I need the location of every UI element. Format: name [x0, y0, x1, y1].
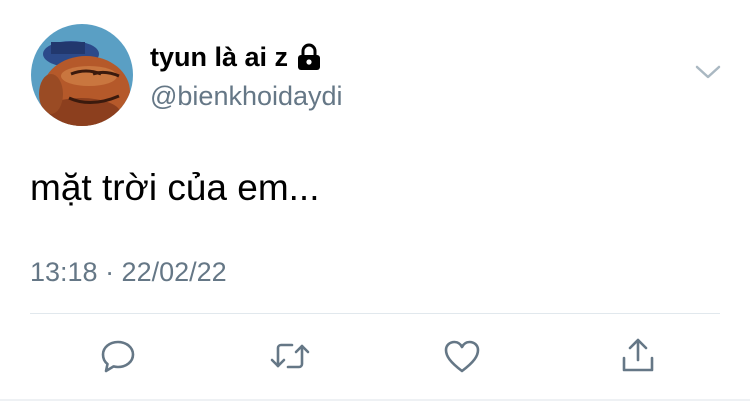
reply-icon: [101, 340, 135, 373]
chevron-down-icon[interactable]: [694, 62, 722, 82]
share-icon: [622, 338, 654, 372]
avatar-image: [31, 24, 133, 126]
timestamp[interactable]: 13:18 · 22/02/22: [30, 255, 227, 289]
divider: [30, 313, 720, 314]
reply-button[interactable]: [96, 336, 140, 376]
tweet-card: tyun là ai z @bienkhoidaydi mặt trời của…: [0, 0, 750, 401]
lock-icon: [296, 43, 322, 71]
retweet-icon: [270, 343, 310, 369]
avatar[interactable]: [31, 24, 133, 126]
heart-icon: [444, 340, 480, 373]
like-button[interactable]: [440, 336, 484, 376]
retweet-button[interactable]: [268, 336, 312, 376]
tweet-text: mặt trời của em...: [30, 167, 320, 208]
share-button[interactable]: [616, 336, 660, 376]
display-name[interactable]: tyun là ai z: [150, 39, 322, 75]
display-name-text[interactable]: tyun là ai z: [150, 39, 288, 75]
user-handle[interactable]: @bienkhoidaydi: [150, 78, 343, 114]
